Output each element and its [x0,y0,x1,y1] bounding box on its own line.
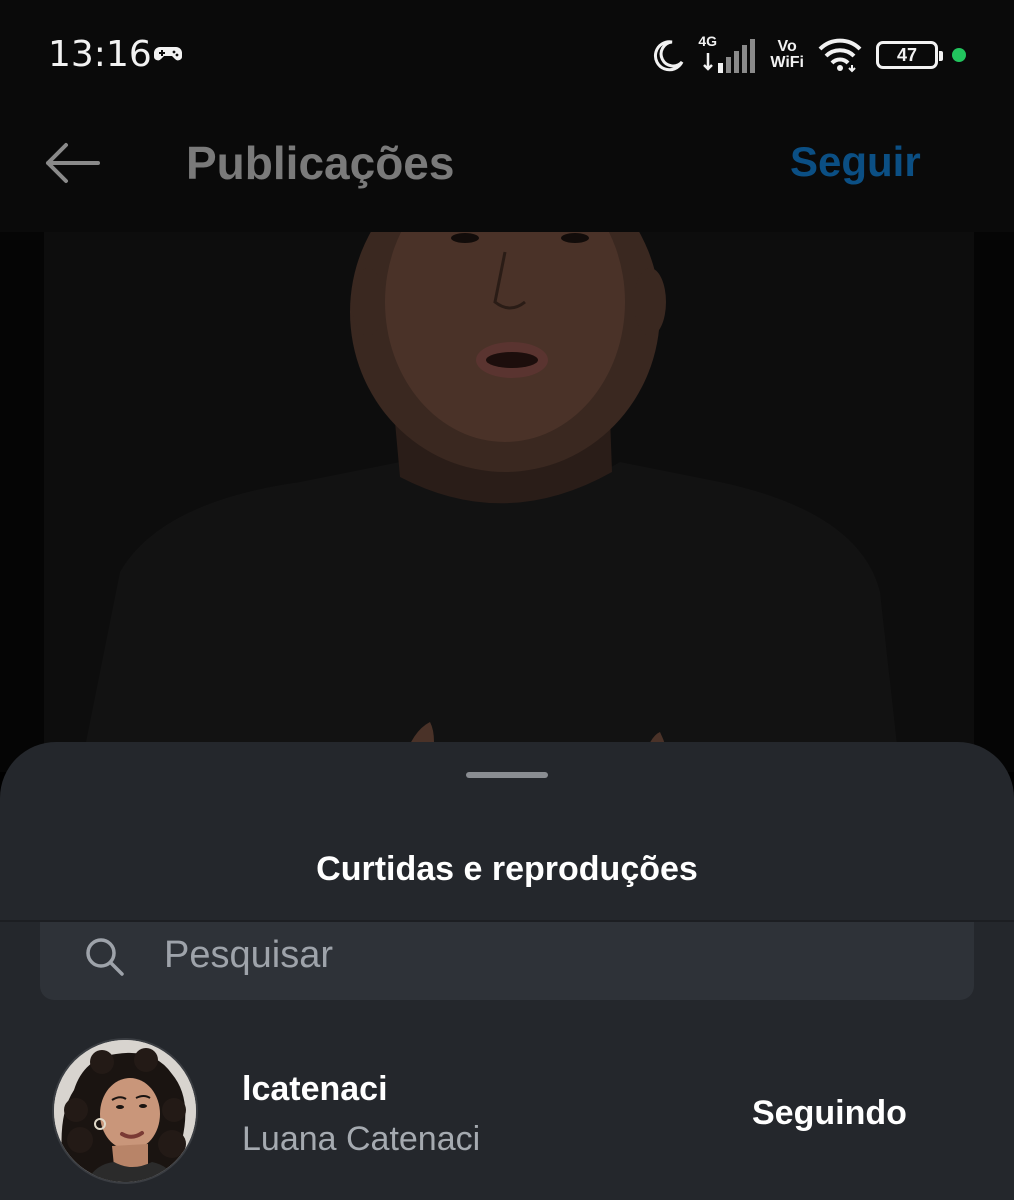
sheet-title: Curtidas e reproduções [316,850,698,888]
likes-bottom-sheet: Curtidas e reproduções Pesquisar lcatena… [0,742,1014,1200]
moon-icon [654,40,684,72]
status-icons: 4G Vo WiFi 47 [652,32,966,78]
privacy-dot [952,48,966,62]
page-title: Publicações [186,137,455,189]
app-header: Publicações Seguir [0,110,1014,232]
video-frame-person [80,232,900,772]
battery-level: 47 [896,44,918,65]
back-arrow-icon[interactable] [42,140,102,186]
battery-icon: 47 [876,41,943,69]
follow-button[interactable]: Seguir [790,138,921,186]
search-input[interactable] [164,930,924,980]
avatar[interactable] [52,1038,198,1184]
status-time: 13:16 [48,34,152,75]
search-icon [86,938,124,976]
gamepad-icon [153,47,183,61]
status-bar: 13:16 4G Vo WiFi 47 [0,0,1014,110]
user-list-item[interactable]: lcatenaci Luana Catenaci Seguindo [0,1038,1014,1188]
vowifi-indicator: Vo WiFi [770,39,804,71]
vowifi-top: Vo [777,38,797,55]
post-video[interactable] [0,232,1014,772]
username[interactable]: lcatenaci [242,1070,388,1109]
search-bar[interactable] [40,922,974,1000]
signal-indicator: 4G [698,33,756,75]
full-name: Luana Catenaci [242,1120,481,1158]
vowifi-bottom: WiFi [770,54,804,71]
avatar-image [54,1040,196,1182]
wifi-icon [818,38,862,73]
sheet-drag-handle[interactable] [466,772,548,778]
following-button[interactable]: Seguindo [752,1094,907,1133]
signal-icon [703,39,756,73]
